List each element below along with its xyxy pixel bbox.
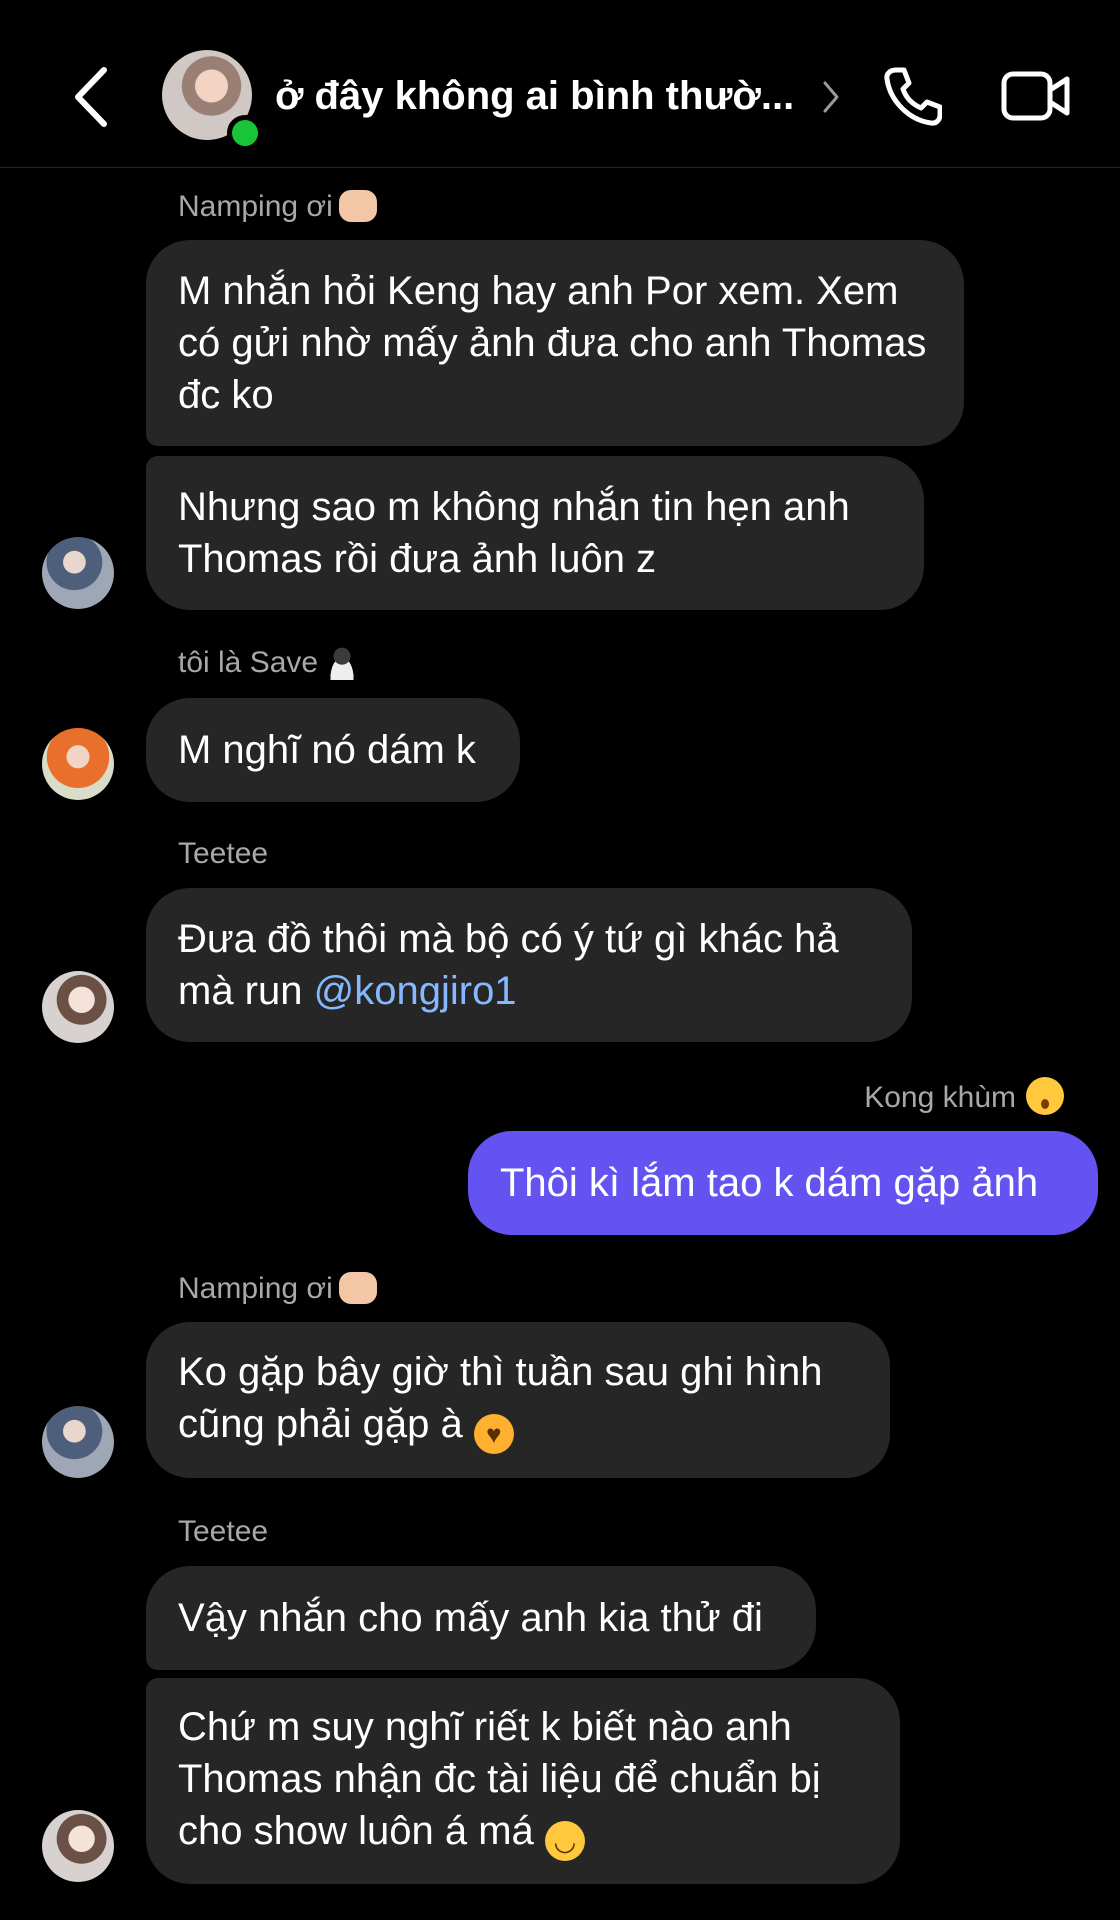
phone-icon[interactable] — [882, 64, 942, 128]
message-bubble[interactable]: Ko gặp bây giờ thì tuần sau ghi hình cũn… — [146, 1322, 890, 1478]
outgoing-message-bubble[interactable]: Thôi kì lắm tao k dám gặp ảnh — [468, 1131, 1098, 1235]
chevron-right-icon[interactable] — [822, 80, 840, 114]
sender-name: tôi là Save — [178, 643, 361, 683]
message-bubble[interactable]: Đưa đồ thôi mà bộ có ý tứ gì khác hả mà … — [146, 888, 912, 1042]
online-status-dot — [227, 115, 263, 151]
sender-avatar[interactable] — [42, 1406, 114, 1478]
message-bubble[interactable]: Chứ m suy nghĩ riết k biết nào anh Thoma… — [146, 1678, 900, 1884]
chevron-left-icon[interactable] — [68, 62, 118, 132]
hushed-face-emoji — [1026, 1077, 1064, 1115]
message-bubble[interactable]: M nghĩ nó dám k — [146, 698, 520, 802]
fist-emoji — [338, 190, 377, 222]
sender-name: Namping ơi — [178, 1269, 377, 1309]
sender-avatar[interactable] — [42, 728, 114, 800]
smiling-face-with-hearts-emoji: ♥ — [473, 1414, 514, 1454]
message-bubble[interactable]: Nhưng sao m không nhắn tin hẹn anh Thoma… — [146, 456, 924, 610]
user-mention[interactable]: @kongjiro1 — [314, 969, 517, 1013]
person-tipping-hand-emoji — [324, 646, 361, 680]
message-bubble[interactable]: M nhắn hỏi Keng hay anh Por xem. Xem có … — [146, 240, 964, 446]
sender-name: Teetee — [178, 1515, 269, 1548]
sender-avatar[interactable] — [42, 971, 114, 1043]
video-camera-icon[interactable] — [1000, 68, 1072, 124]
sender-name: Namping ơi — [178, 187, 377, 227]
chat-header: ở đây không ai bình thườ... — [0, 0, 1120, 168]
sender-name: Kong khùm — [864, 1077, 1064, 1118]
sender-name: Teetee — [178, 837, 269, 870]
sender-avatar[interactable] — [42, 537, 114, 609]
fist-emoji — [338, 1272, 377, 1304]
chat-title[interactable]: ở đây không ai bình thườ... — [275, 68, 815, 124]
melting-face-emoji: ◡ — [544, 1821, 585, 1861]
sender-avatar[interactable] — [42, 1810, 114, 1882]
message-bubble[interactable]: Vậy nhắn cho mấy anh kia thử đi — [146, 1566, 816, 1670]
